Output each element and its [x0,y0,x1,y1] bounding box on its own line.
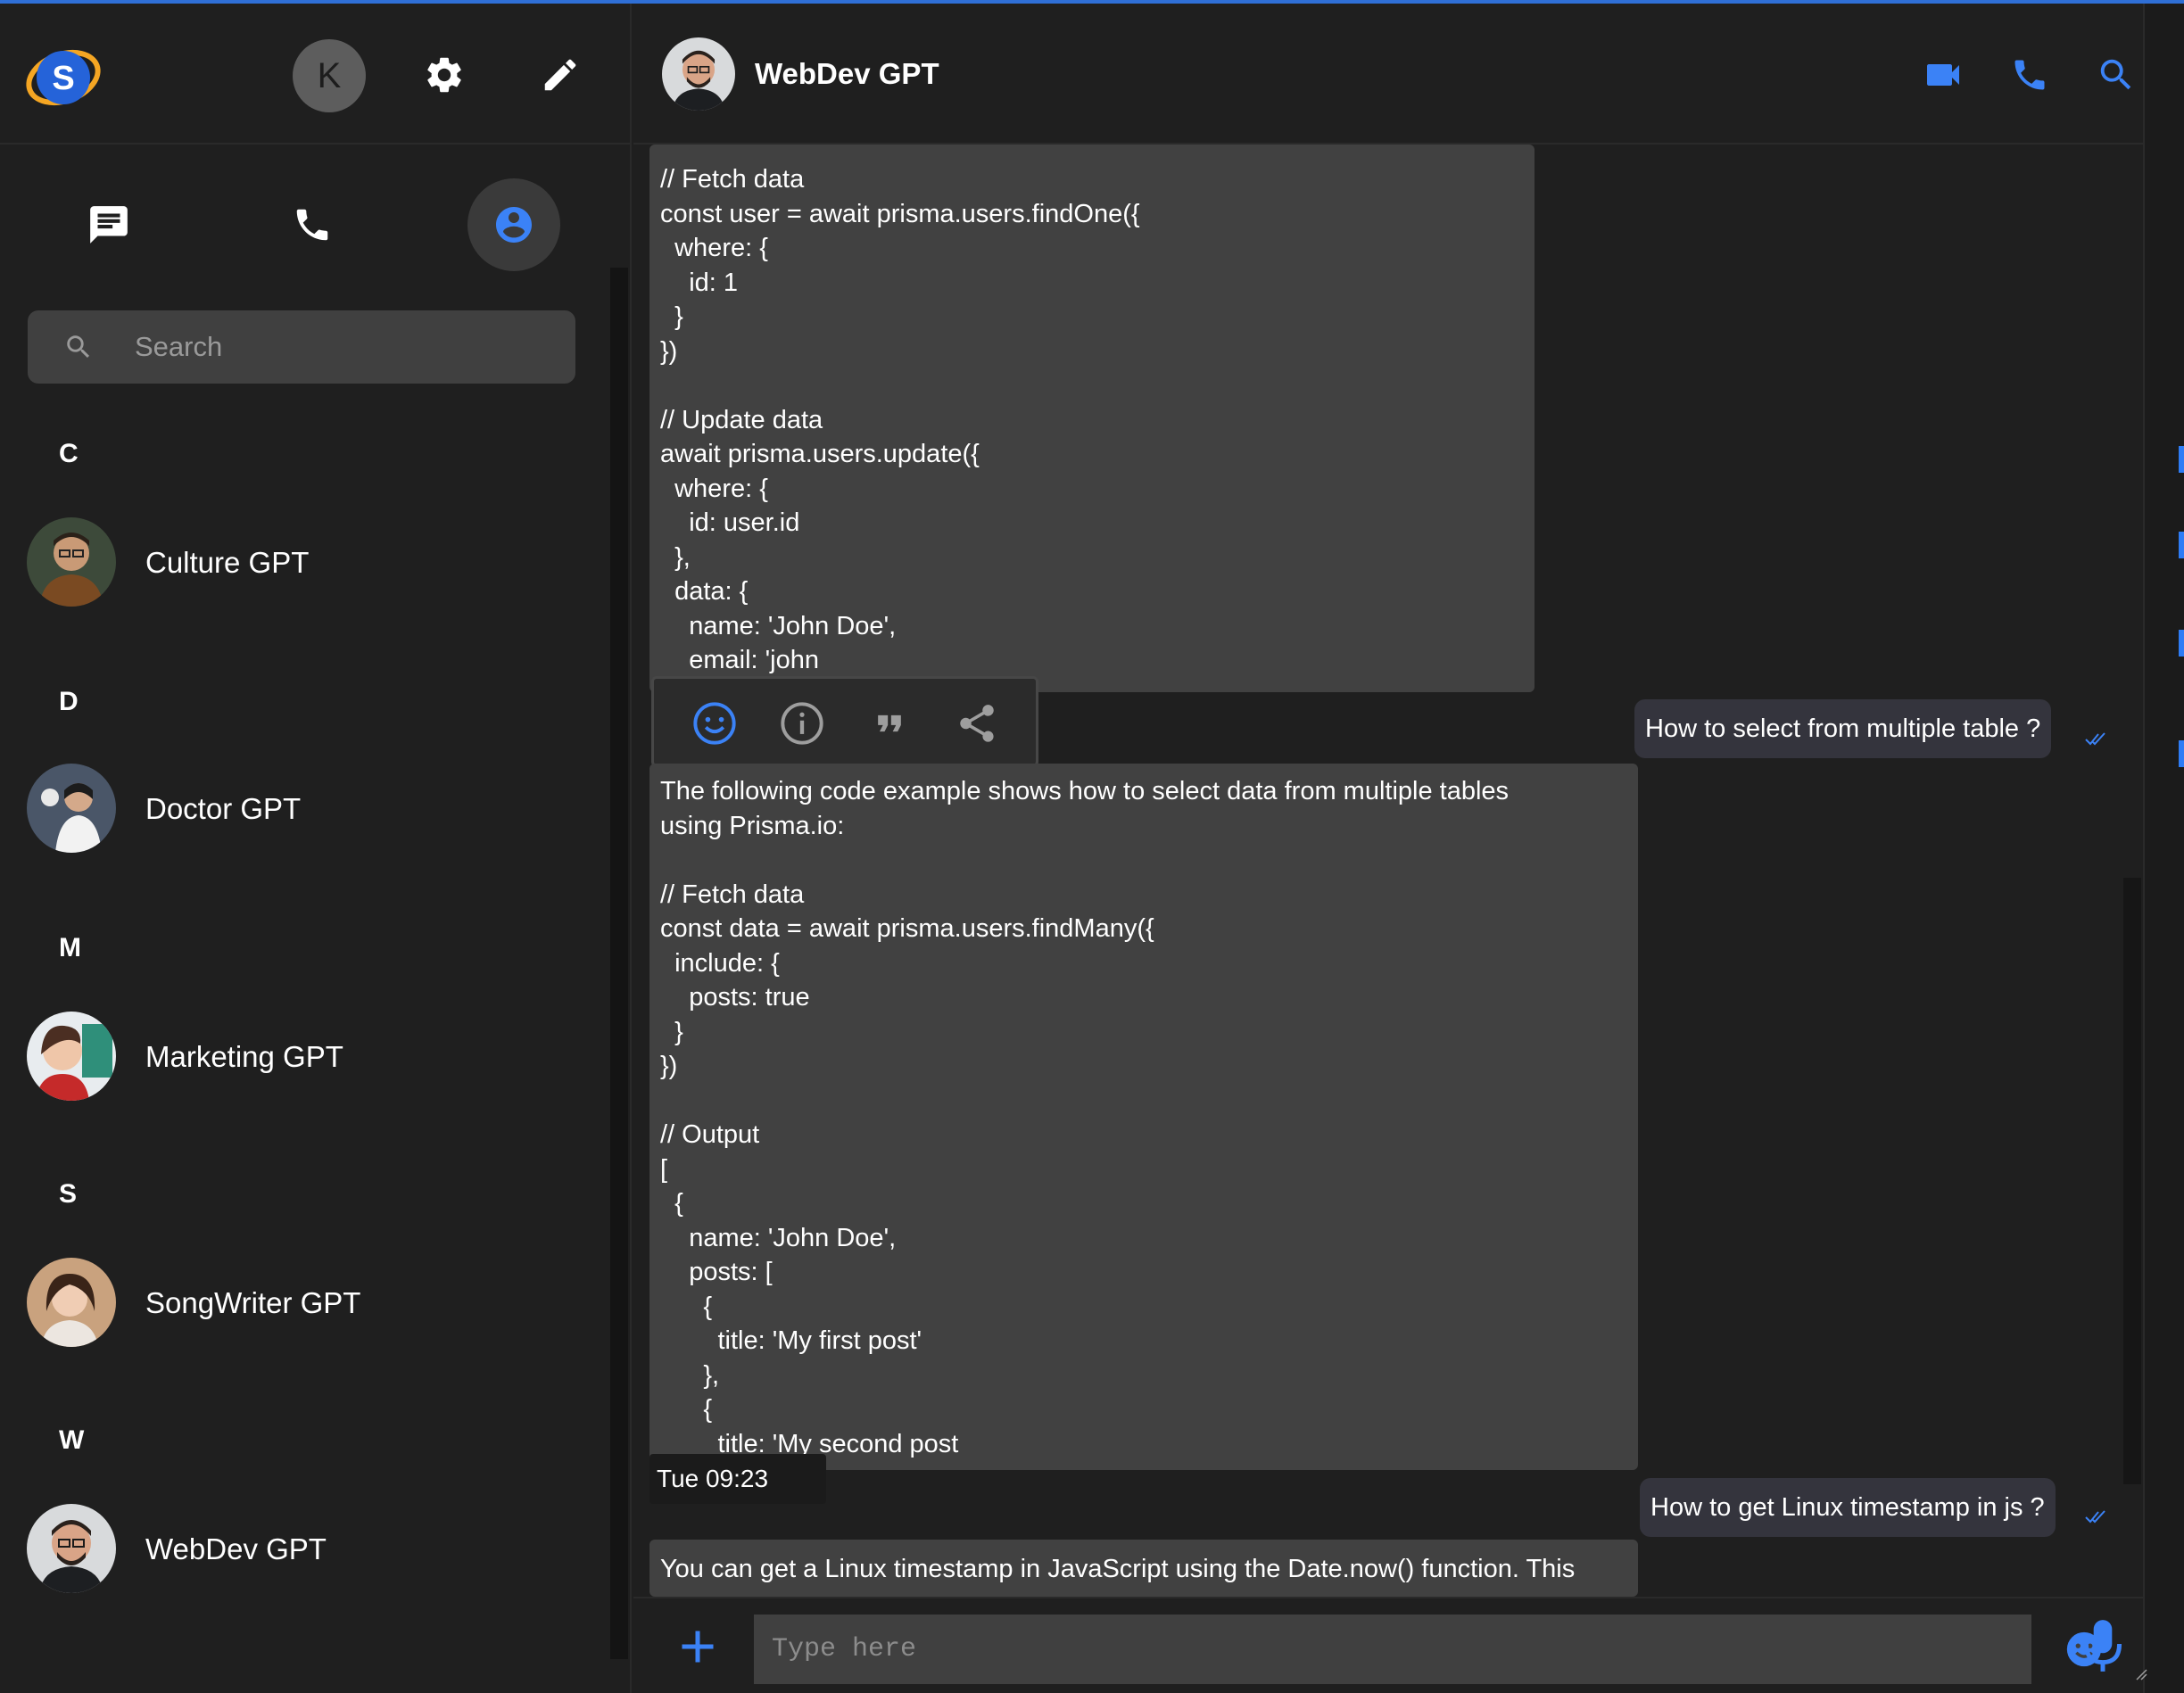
contact-name: Doctor GPT [145,792,302,825]
contact-songwriter-gpt[interactable]: SongWriter GPT [27,1258,580,1350]
right-panel-edge [2143,4,2184,1693]
chat-scrollbar[interactable] [2123,878,2141,1484]
avatar [27,1012,116,1101]
microphone-icon[interactable] [2081,1616,2125,1675]
sidebar-scrollbar[interactable] [610,268,628,1659]
phone-icon[interactable] [2005,50,2055,100]
app-logo[interactable]: S [25,39,102,116]
message-bot[interactable]: // Fetch data const user = await prisma.… [649,145,1535,692]
search-icon [67,335,90,359]
search-input[interactable] [135,325,554,369]
contact-doctor-gpt[interactable]: Doctor GPT [27,764,580,856]
gear-icon[interactable] [419,50,469,100]
edge-marker [2179,630,2184,657]
section-letter: C [59,439,79,468]
edge-marker [2179,446,2184,473]
user-avatar[interactable]: K [293,39,366,112]
message-input[interactable] [772,1625,1914,1673]
avatar [27,764,116,853]
chat-icon [90,206,128,244]
chat-header: WebDev GPT [633,4,2143,145]
phone-icon [296,209,328,241]
message-timestamp: Tue 09:23 [649,1454,826,1504]
sidebar: S K C [0,4,632,1693]
search-bar [28,310,575,384]
contact-name: WebDev GPT [145,1532,327,1565]
section-letter: W [59,1425,85,1455]
contact-webdev-gpt[interactable]: WebDev GPT [27,1504,580,1597]
chat-title: WebDev GPT [755,57,939,90]
edge-marker [2179,740,2184,767]
tab-contacts[interactable] [467,178,560,271]
pencil-icon[interactable] [535,50,585,100]
avatar[interactable] [662,37,735,111]
read-check-icon [2085,732,2105,746]
quote-icon[interactable] [864,698,914,748]
edge-marker [2179,532,2184,558]
read-check-icon [2085,1510,2105,1524]
contact-name: SongWriter GPT [145,1286,361,1319]
sidebar-header: S K [0,4,632,145]
section-letter: M [59,933,81,962]
section-letter: D [59,687,79,716]
message-bot[interactable]: You can get a Linux timestamp in JavaScr… [649,1540,1638,1597]
tab-calls[interactable] [266,178,359,271]
message-user[interactable]: How to get Linux timestamp in js ? [1640,1478,2056,1537]
emoji-icon[interactable] [690,698,740,748]
avatar [27,1258,116,1347]
avatar [27,1504,116,1593]
contact-name: Marketing GPT [145,1040,343,1073]
plus-icon[interactable] [671,1620,724,1673]
search-icon[interactable] [2091,50,2141,100]
video-icon[interactable] [1918,50,1968,100]
avatar [27,517,116,607]
reaction-toolbar [651,676,1038,767]
contact-name: Culture GPT [145,546,310,579]
tab-chats[interactable] [62,178,155,271]
contact-culture-gpt[interactable]: Culture GPT [27,517,580,610]
share-icon[interactable] [952,698,1002,748]
message-field [754,1615,2147,1684]
info-icon[interactable] [777,698,827,748]
svg-text:S: S [52,60,74,97]
section-letter: S [59,1179,78,1209]
resize-handle-icon[interactable] [2135,1668,2147,1681]
message-user[interactable]: How to select from multiple table ? [1634,699,2052,758]
sidebar-tabs [0,145,632,287]
message-composer [633,1597,2147,1693]
contact-marketing-gpt[interactable]: Marketing GPT [27,1012,580,1104]
account-circle-icon [496,207,532,243]
message-bot[interactable]: The following code example shows how to … [649,764,1638,1470]
